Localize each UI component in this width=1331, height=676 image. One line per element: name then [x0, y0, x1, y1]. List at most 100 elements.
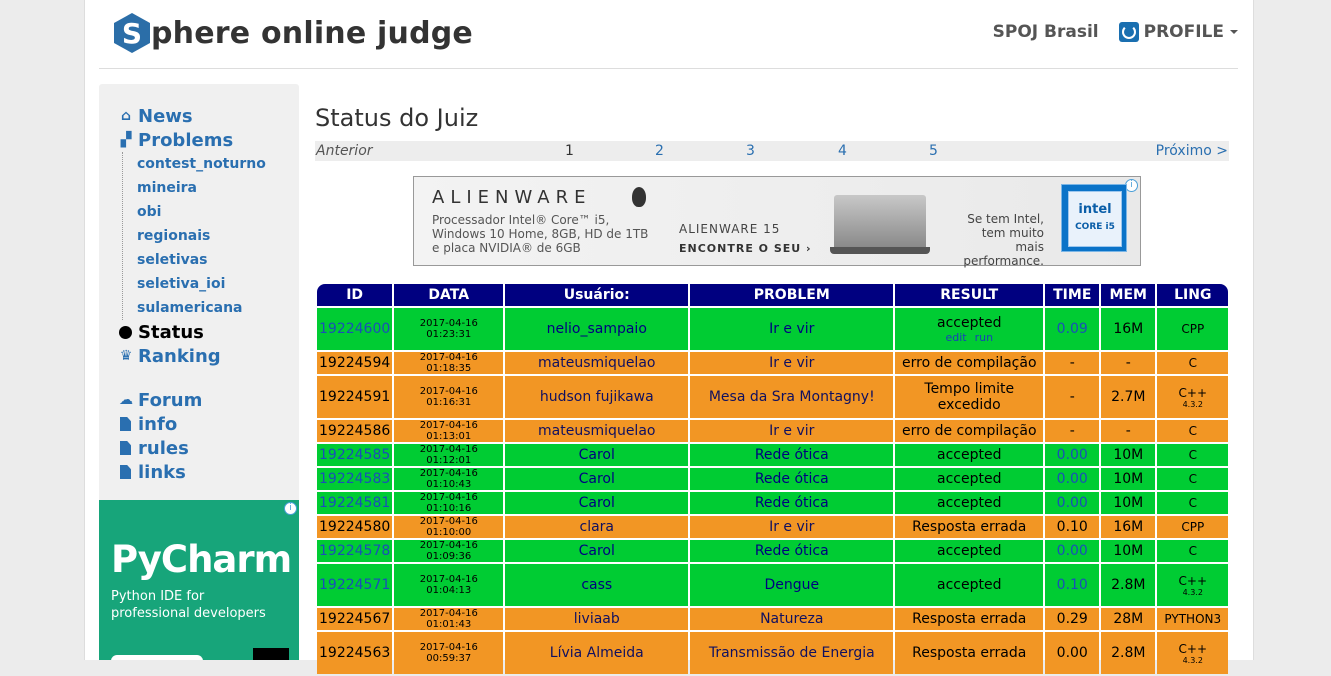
logo[interactable]: S phere online judge [114, 13, 473, 53]
pager-next[interactable]: Próximo > [1156, 143, 1228, 159]
user-link-text[interactable]: Carol [579, 495, 615, 511]
submission-id-link[interactable]: 19224594 [317, 352, 393, 374]
user-link[interactable]: Carol [505, 540, 689, 562]
submission-id-link[interactable]: 19224591 [317, 376, 393, 418]
user-link[interactable]: nelio_sampaio [505, 308, 689, 350]
ad-button[interactable] [111, 655, 203, 660]
submission-id-link[interactable]: 19224585 [317, 444, 393, 466]
submission-id-link[interactable]: 19224586 [317, 420, 393, 442]
user-link[interactable]: Carol [505, 468, 689, 490]
submission-id-link[interactable]: 19224571 [317, 564, 393, 606]
user-link-text[interactable]: Carol [579, 543, 615, 559]
pager-page[interactable]: 3 [746, 143, 755, 159]
submission-id-link[interactable]: 19224581 [317, 492, 393, 514]
nav-links[interactable]: links [118, 460, 266, 484]
user-link-text[interactable]: Lívia Almeida [550, 645, 644, 661]
user-link[interactable]: Carol [505, 492, 689, 514]
problem-link-text[interactable]: Rede ótica [755, 447, 829, 463]
user-link-text[interactable]: hudson fujikawa [540, 389, 654, 405]
submission-id-link-text[interactable]: 19224594 [319, 355, 390, 371]
run-link[interactable]: run [975, 331, 993, 344]
problem-link[interactable]: Ir e vir [690, 420, 894, 442]
edit-link[interactable]: edit [945, 331, 966, 344]
alienware-ad[interactable]: i ALIENWARE Processador Intel® Core™ i5,… [413, 176, 1141, 268]
submission-id-link-text[interactable]: 19224567 [319, 611, 390, 627]
ad-info-icon[interactable]: i [284, 502, 297, 515]
problem-link[interactable]: Ir e vir [690, 308, 894, 350]
pager-page[interactable]: 2 [655, 143, 664, 159]
problem-link-text[interactable]: Ir e vir [769, 519, 814, 535]
user-link-text[interactable]: nelio_sampaio [547, 321, 647, 337]
nav-sub-item[interactable]: seletiva_ioi [137, 272, 266, 296]
problem-link[interactable]: Mesa da Sra Montagny! [690, 376, 894, 418]
submission-id-link-text[interactable]: 19224600 [319, 321, 390, 337]
problem-link-text[interactable]: Transmissão de Energia [709, 645, 875, 661]
submission-id-link-text[interactable]: 19224563 [319, 645, 390, 661]
spoj-brasil-link[interactable]: SPOJ Brasil [993, 22, 1099, 42]
problem-link-text[interactable]: Rede ótica [755, 543, 829, 559]
submission-id-link[interactable]: 19224580 [317, 516, 393, 538]
caret-down-icon[interactable] [1230, 30, 1238, 34]
profile-menu[interactable]: PROFILE [1144, 22, 1224, 42]
submission-id-link-text[interactable]: 19224580 [319, 519, 390, 535]
problem-link[interactable]: Rede ótica [690, 444, 894, 466]
ad-cta[interactable]: ENCONTRE O SEU › [679, 242, 812, 255]
nav-rules[interactable]: rules [118, 436, 266, 460]
user-link[interactable]: Carol [505, 444, 689, 466]
problem-link-text[interactable]: Mesa da Sra Montagny! [709, 389, 875, 405]
user-link-text[interactable]: liviaab [574, 611, 620, 627]
nav-status[interactable]: Status [118, 320, 266, 344]
submission-id-link-text[interactable]: 19224571 [319, 577, 390, 593]
nav-sub-item[interactable]: contest_noturno [137, 152, 266, 176]
problem-link[interactable]: Natureza [690, 608, 894, 630]
problem-link[interactable]: Dengue [690, 564, 894, 606]
nav-forum[interactable]: ☁ Forum [118, 388, 266, 412]
user-link-text[interactable]: mateusmiquelao [538, 355, 655, 371]
problem-link[interactable]: Rede ótica [690, 468, 894, 490]
submission-id-link[interactable]: 19224600 [317, 308, 393, 350]
pycharm-ad[interactable]: i PyCharm Python IDE for professional de… [99, 500, 299, 660]
user-link[interactable]: mateusmiquelao [505, 420, 689, 442]
user-link[interactable]: cass [505, 564, 689, 606]
problem-link-text[interactable]: Natureza [760, 611, 823, 627]
submission-id-link[interactable]: 19224563 [317, 632, 393, 674]
user-link-text[interactable]: cass [581, 577, 612, 593]
user-link[interactable]: mateusmiquelao [505, 352, 689, 374]
nav-sub-item[interactable]: regionais [137, 224, 266, 248]
user-link[interactable]: hudson fujikawa [505, 376, 689, 418]
user-link[interactable]: clara [505, 516, 689, 538]
user-link[interactable]: Lívia Almeida [505, 632, 689, 674]
problem-link[interactable]: Transmissão de Energia [690, 632, 894, 674]
submission-id-link[interactable]: 19224578 [317, 540, 393, 562]
nav-sub-item[interactable]: seletivas [137, 248, 266, 272]
nav-ranking[interactable]: ♛ Ranking [118, 344, 266, 368]
problem-link[interactable]: Ir e vir [690, 352, 894, 374]
user-link-text[interactable]: clara [580, 519, 615, 535]
nav-sub-item[interactable]: sulamericana [137, 296, 266, 320]
problem-link-text[interactable]: Ir e vir [769, 321, 814, 337]
problem-link[interactable]: Ir e vir [690, 516, 894, 538]
submission-id-link[interactable]: 19224567 [317, 608, 393, 630]
pager-page[interactable]: 4 [838, 143, 847, 159]
submission-id-link-text[interactable]: 19224581 [319, 495, 390, 511]
nav-problems[interactable]: ▞ Problems [118, 128, 266, 152]
problem-link-text[interactable]: Ir e vir [769, 355, 814, 371]
user-link-text[interactable]: Carol [579, 447, 615, 463]
nav-sub-item[interactable]: mineira [137, 176, 266, 200]
submission-id-link[interactable]: 19224583 [317, 468, 393, 490]
user-link-text[interactable]: Carol [579, 471, 615, 487]
nav-news[interactable]: ⌂ News [118, 104, 266, 128]
pager-page[interactable]: 5 [929, 143, 938, 159]
nav-info[interactable]: info [118, 412, 266, 436]
problem-link-text[interactable]: Ir e vir [769, 423, 814, 439]
problem-link-text[interactable]: Dengue [764, 577, 819, 593]
submission-id-link-text[interactable]: 19224578 [319, 543, 390, 559]
user-link[interactable]: liviaab [505, 608, 689, 630]
problem-link[interactable]: Rede ótica [690, 492, 894, 514]
problem-link-text[interactable]: Rede ótica [755, 471, 829, 487]
submission-id-link-text[interactable]: 19224586 [319, 423, 390, 439]
problem-link-text[interactable]: Rede ótica [755, 495, 829, 511]
problem-link[interactable]: Rede ótica [690, 540, 894, 562]
nav-sub-item[interactable]: obi [137, 200, 266, 224]
submission-id-link-text[interactable]: 19224583 [319, 471, 390, 487]
